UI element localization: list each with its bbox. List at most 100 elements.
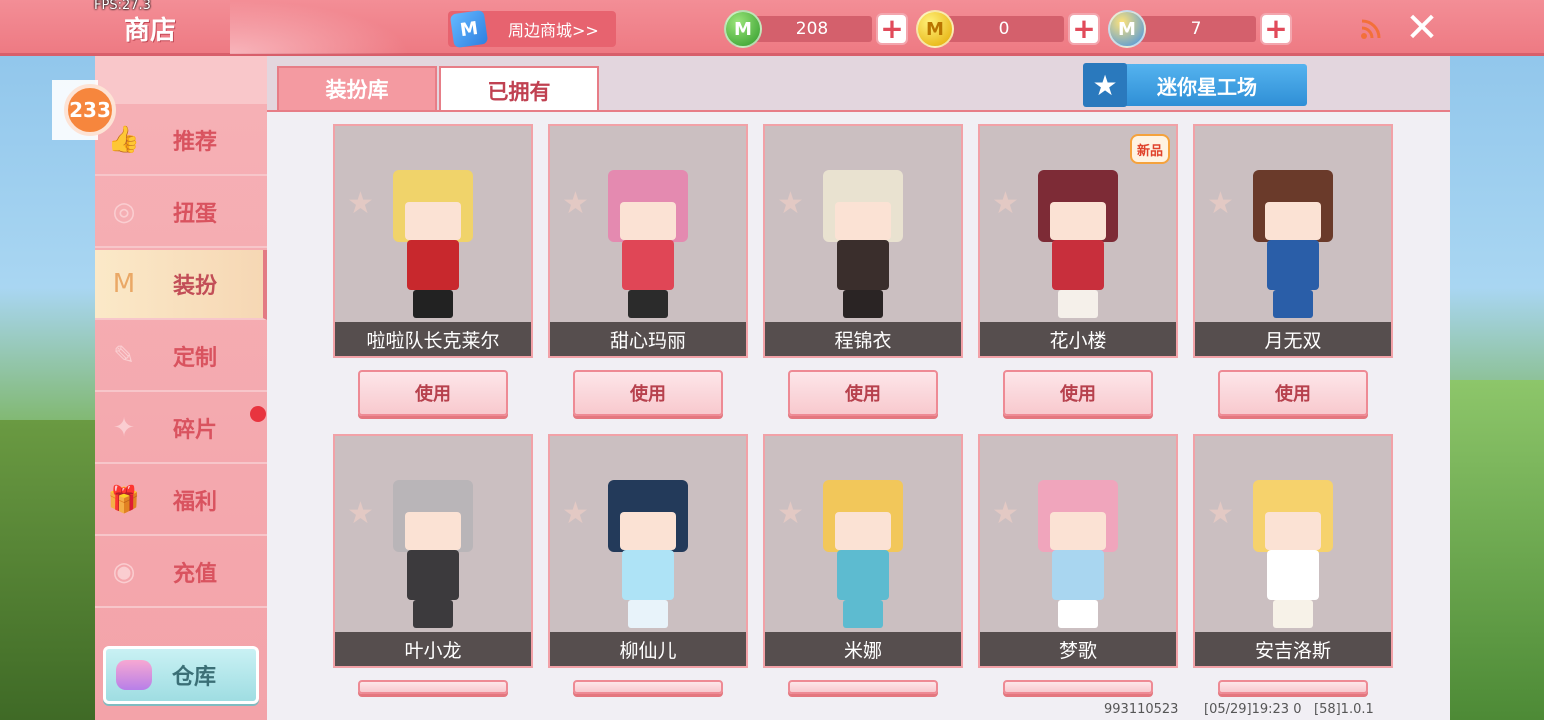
use-button[interactable] <box>573 680 723 694</box>
outfit-card[interactable]: ★ 米娜 <box>763 434 963 668</box>
fps-counter: FPS:27.3 <box>94 0 151 13</box>
datetime: [05/29]19:23 0 <box>1204 702 1302 717</box>
use-button[interactable] <box>1218 680 1368 694</box>
outfit-card[interactable]: ★ 程锦衣 <box>763 124 963 358</box>
tab-bar: 装扮库 已拥有 ★ 迷你星工场 <box>267 56 1450 114</box>
sidebar-item-label: 装扮 <box>173 274 218 299</box>
use-button[interactable] <box>1003 680 1153 694</box>
tab-owned[interactable]: 已拥有 <box>439 66 599 114</box>
version: [58]1.0.1 <box>1314 702 1374 717</box>
outfit-card[interactable]: ★ 梦歌 <box>978 434 1178 668</box>
sidebar-item-custom[interactable]: ✎ 定制 <box>95 322 267 392</box>
add-mini-coin-button[interactable]: + <box>1068 13 1100 45</box>
figure-outfit <box>1267 240 1319 290</box>
figure-legs <box>628 290 668 318</box>
figure-legs <box>628 600 668 628</box>
outfit-card[interactable]: ★ 叶小龙 <box>333 434 533 668</box>
new-tag-icon: 新品 <box>1130 134 1170 164</box>
use-button[interactable]: 使用 <box>788 370 938 416</box>
use-button[interactable] <box>358 680 508 694</box>
character-figure <box>823 450 903 630</box>
outfit-card[interactable]: ★ 甜心玛丽 <box>548 124 748 358</box>
sidebar-item-label: 扭蛋 <box>173 202 218 227</box>
fragment-icon: ✦ <box>113 413 135 443</box>
add-mini-point-button[interactable]: + <box>1260 13 1292 45</box>
figure-face <box>835 512 891 550</box>
mini-coin-icon: M <box>916 10 954 48</box>
currency-mini-coin: M 0 + <box>916 10 1100 48</box>
sidebar-item-label: 碎片 <box>173 418 218 443</box>
star-icon: ★ <box>1083 63 1127 107</box>
figure-outfit <box>1052 550 1104 600</box>
figure-outfit <box>407 240 459 290</box>
use-button[interactable]: 使用 <box>358 370 508 416</box>
star-decoration-icon: ★ <box>992 186 1019 221</box>
star-decoration-icon: ★ <box>562 186 589 221</box>
sidebar-item-recharge[interactable]: ◉ 充值 <box>95 538 267 608</box>
character-figure <box>608 140 688 320</box>
use-button[interactable] <box>788 680 938 694</box>
merch-mall-button[interactable]: M 周边商城>> <box>448 9 616 49</box>
outfit-card[interactable]: ★ 月无双 <box>1193 124 1393 358</box>
outfit-name: 叶小龙 <box>335 632 531 666</box>
star-decoration-icon: ★ <box>1207 496 1234 531</box>
sidebar-item-recommend[interactable]: 👍 推荐 <box>95 106 267 176</box>
warehouse-button[interactable]: 仓库 <box>103 646 259 704</box>
figure-legs <box>1273 600 1313 628</box>
mini-bean-icon: M <box>724 10 762 48</box>
mini-star-factory-button[interactable]: ★ 迷你星工场 <box>1083 63 1307 107</box>
figure-face <box>1265 202 1321 240</box>
figure-legs <box>843 600 883 628</box>
merch-mall-label: 周边商城>> <box>508 21 599 40</box>
tab-outfit-library[interactable]: 装扮库 <box>277 66 437 112</box>
sidebar-header <box>95 56 267 104</box>
outfit-card[interactable]: ★ 安吉洛斯 <box>1193 434 1393 668</box>
use-button[interactable]: 使用 <box>1003 370 1153 416</box>
outfit-card[interactable]: ★ 新品 花小楼 <box>978 124 1178 358</box>
background-terrain-left <box>0 420 95 720</box>
star-decoration-icon: ★ <box>992 496 1019 531</box>
star-decoration-icon: ★ <box>562 496 589 531</box>
pencil-icon: ✎ <box>113 341 135 371</box>
warehouse-icon <box>116 660 152 690</box>
character-figure <box>1253 140 1333 320</box>
factory-label: 迷你星工场 <box>1157 74 1257 99</box>
mini-point-amount: 7 <box>1136 16 1256 42</box>
sidebar-item-label: 定制 <box>173 346 218 371</box>
star-decoration-icon: ★ <box>777 496 804 531</box>
star-decoration-icon: ★ <box>1207 186 1234 221</box>
game-233-badge[interactable]: 233 <box>64 84 116 136</box>
outfit-icon: M <box>112 269 136 299</box>
close-icon[interactable]: ✕ <box>1400 5 1444 51</box>
outfit-card[interactable]: ★ 柳仙儿 <box>548 434 748 668</box>
figure-legs <box>1058 600 1098 628</box>
user-id: 993110523 <box>1104 702 1179 717</box>
sidebar-item-label: 推荐 <box>173 130 218 155</box>
figure-outfit <box>1267 550 1319 600</box>
figure-face <box>405 202 461 240</box>
sidebar-item-gacha[interactable]: ◎ 扭蛋 <box>95 178 267 248</box>
outfit-name: 柳仙儿 <box>550 632 746 666</box>
currency-mini-bean: M 208 + <box>724 10 908 48</box>
use-button[interactable]: 使用 <box>1218 370 1368 416</box>
outfit-card[interactable]: ★ 啦啦队长克莱尔 <box>333 124 533 358</box>
use-button[interactable]: 使用 <box>573 370 723 416</box>
figure-outfit <box>407 550 459 600</box>
star-decoration-icon: ★ <box>777 186 804 221</box>
sidebar-item-outfit[interactable]: M 装扮 <box>95 250 267 320</box>
figure-face <box>620 512 676 550</box>
mini-bean-amount: 208 <box>752 16 872 42</box>
coins-icon: ◉ <box>112 557 136 587</box>
figure-face <box>620 202 676 240</box>
rss-feed-icon[interactable] <box>1360 18 1382 40</box>
figure-legs <box>1273 290 1313 318</box>
figure-face <box>1050 202 1106 240</box>
sidebar-item-fragments[interactable]: ✦ 碎片 <box>95 394 267 464</box>
add-mini-bean-button[interactable]: + <box>876 13 908 45</box>
sidebar-item-welfare[interactable]: 🎁 福利 <box>95 466 267 536</box>
figure-legs <box>413 290 453 318</box>
main-panel: 装扮库 已拥有 ★ 迷你星工场 ★ 啦啦队长克莱尔 使用 ★ 甜心玛丽 使用 ★ 程锦衣 使用 ★… <box>267 56 1450 720</box>
outfit-name: 梦歌 <box>980 632 1176 666</box>
header-decoration <box>230 0 410 54</box>
outfit-name: 甜心玛丽 <box>550 322 746 356</box>
